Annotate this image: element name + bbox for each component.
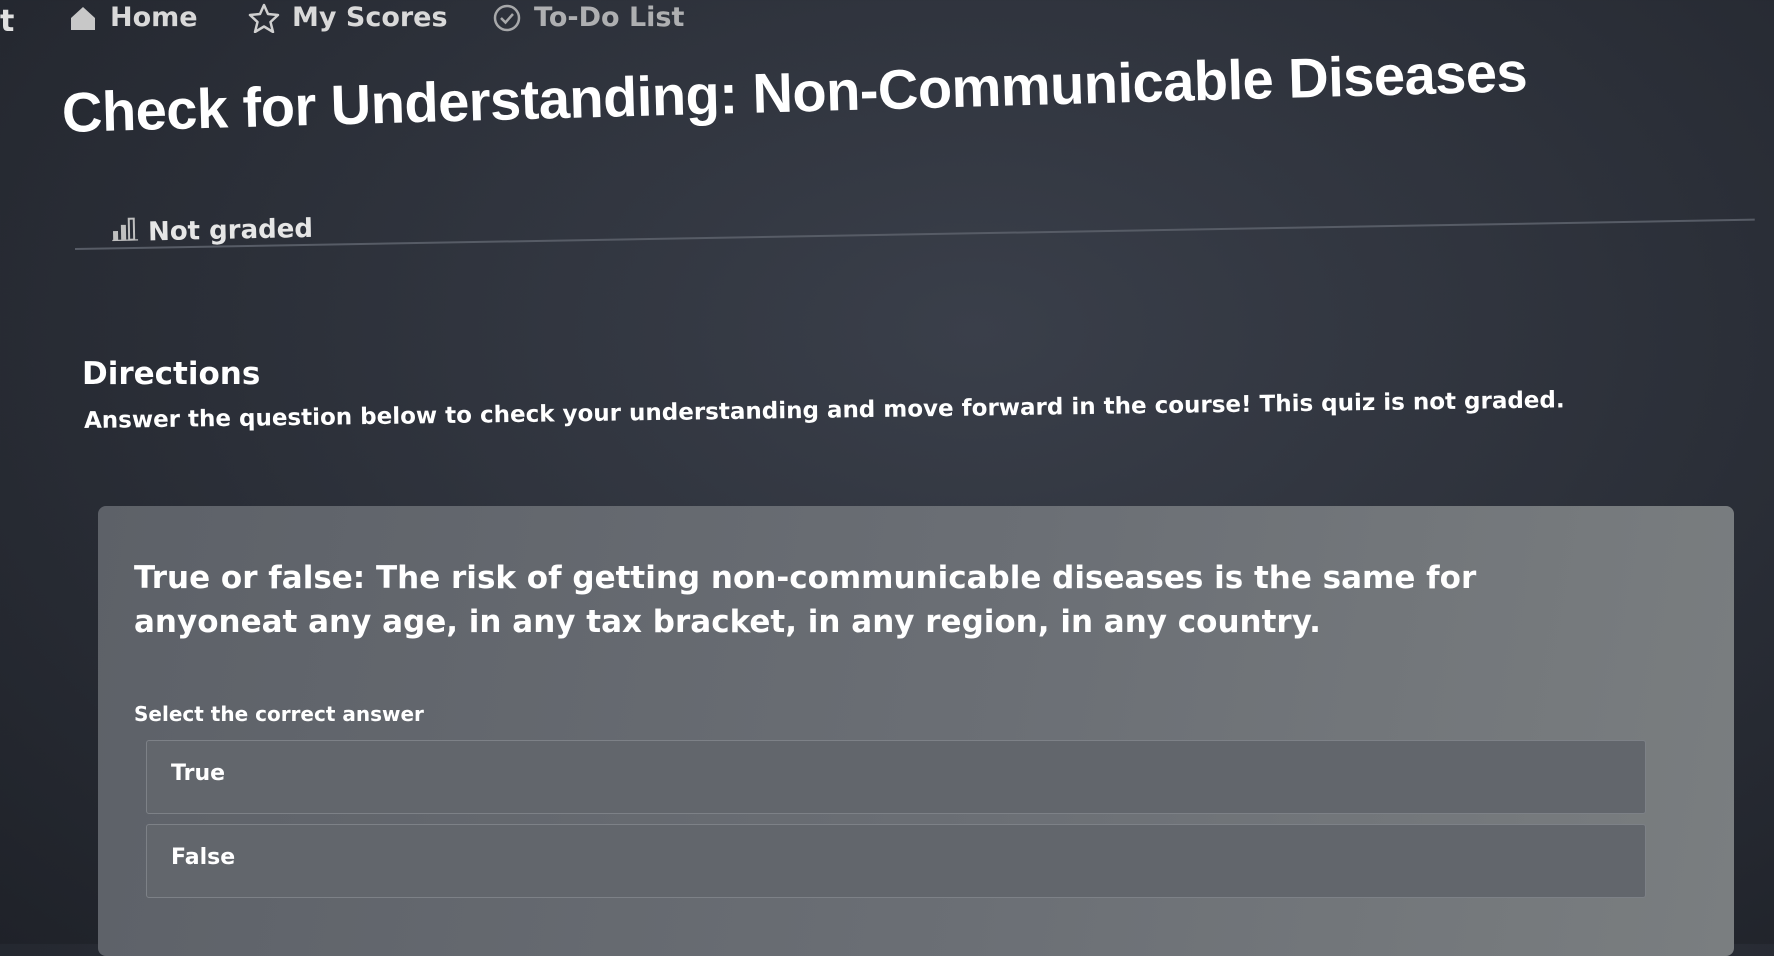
question-card: True or false: The risk of getting non-c… <box>98 506 1734 956</box>
nav-todo-list-label: To-Do List <box>534 2 685 33</box>
nav-my-scores[interactable]: My Scores <box>248 2 448 33</box>
bar-chart-icon <box>112 217 139 249</box>
check-circle-icon <box>492 3 522 33</box>
answer-options: True False <box>146 740 1646 908</box>
nav-home[interactable]: Home <box>68 2 198 33</box>
directions-text: Answer the question below to check your … <box>83 387 1565 434</box>
page-title: Check for Understanding: Non-Communicabl… <box>61 40 1528 144</box>
back-link[interactable]: t <box>0 4 14 39</box>
header-divider <box>74 218 1755 250</box>
grading-status-label: Not graded <box>147 213 314 247</box>
answer-option-false[interactable]: False <box>146 824 1646 898</box>
answer-prompt: Select the correct answer <box>134 702 424 726</box>
nav-my-scores-label: My Scores <box>292 2 448 33</box>
star-icon <box>248 3 280 33</box>
answer-option-true[interactable]: True <box>146 740 1646 814</box>
grading-status: Not graded <box>112 213 314 248</box>
question-text: True or false: The risk of getting non-c… <box>134 560 1477 640</box>
home-icon <box>68 4 98 32</box>
nav-home-label: Home <box>110 2 198 33</box>
answer-option-label: False <box>171 845 236 870</box>
nav-todo-list[interactable]: To-Do List <box>492 2 684 33</box>
directions-title: Directions <box>82 356 261 392</box>
answer-option-label: True <box>171 761 226 786</box>
